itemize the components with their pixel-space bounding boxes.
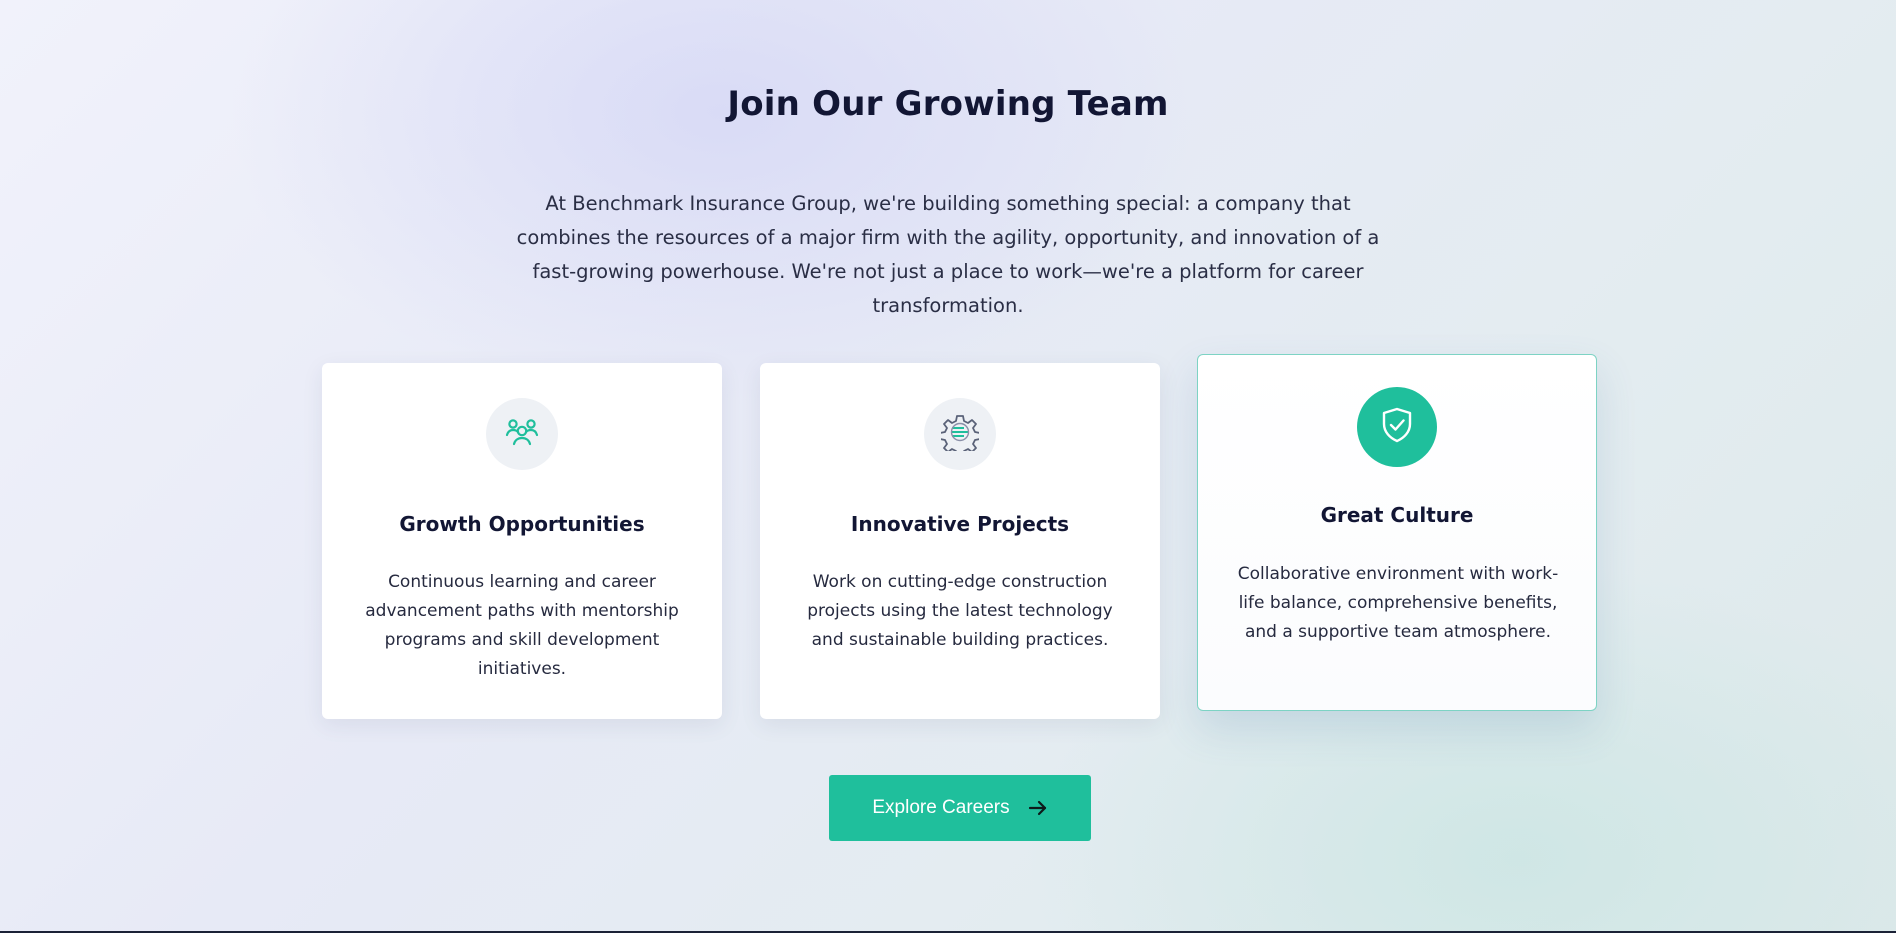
card-title: Great Culture xyxy=(1320,503,1474,527)
arrow-right-icon xyxy=(1028,799,1048,817)
card-description: Collaborative environment with work-life… xyxy=(1237,564,1559,642)
card-title: Innovative Projects xyxy=(850,512,1070,536)
explore-careers-button[interactable]: Explore Careers xyxy=(829,775,1091,841)
section-intro: At Benchmark Insurance Group, we're buil… xyxy=(516,192,1380,317)
card-growth-opportunities: Growth Opportunities Continuous learning… xyxy=(322,363,722,719)
card-description: Work on cutting-edge construction projec… xyxy=(807,572,1113,650)
card-icon-container xyxy=(924,398,996,470)
team-icon xyxy=(505,417,539,451)
card-description: Continuous learning and career advanceme… xyxy=(365,572,679,679)
gear-icon xyxy=(939,413,981,457)
card-innovative-projects: Innovative Projects Work on cutting-edge… xyxy=(760,363,1160,719)
careers-section: Join Our Growing Team At Benchmark Insur… xyxy=(0,0,1896,933)
card-icon-container xyxy=(1357,387,1437,467)
section-title: Join Our Growing Team xyxy=(727,84,1169,124)
shield-check-icon xyxy=(1381,407,1413,447)
card-icon-container xyxy=(486,398,558,470)
card-title: Growth Opportunities xyxy=(399,512,645,536)
card-great-culture: Great Culture Collaborative environment … xyxy=(1197,354,1597,711)
button-label: Explore Careers xyxy=(872,797,1010,818)
